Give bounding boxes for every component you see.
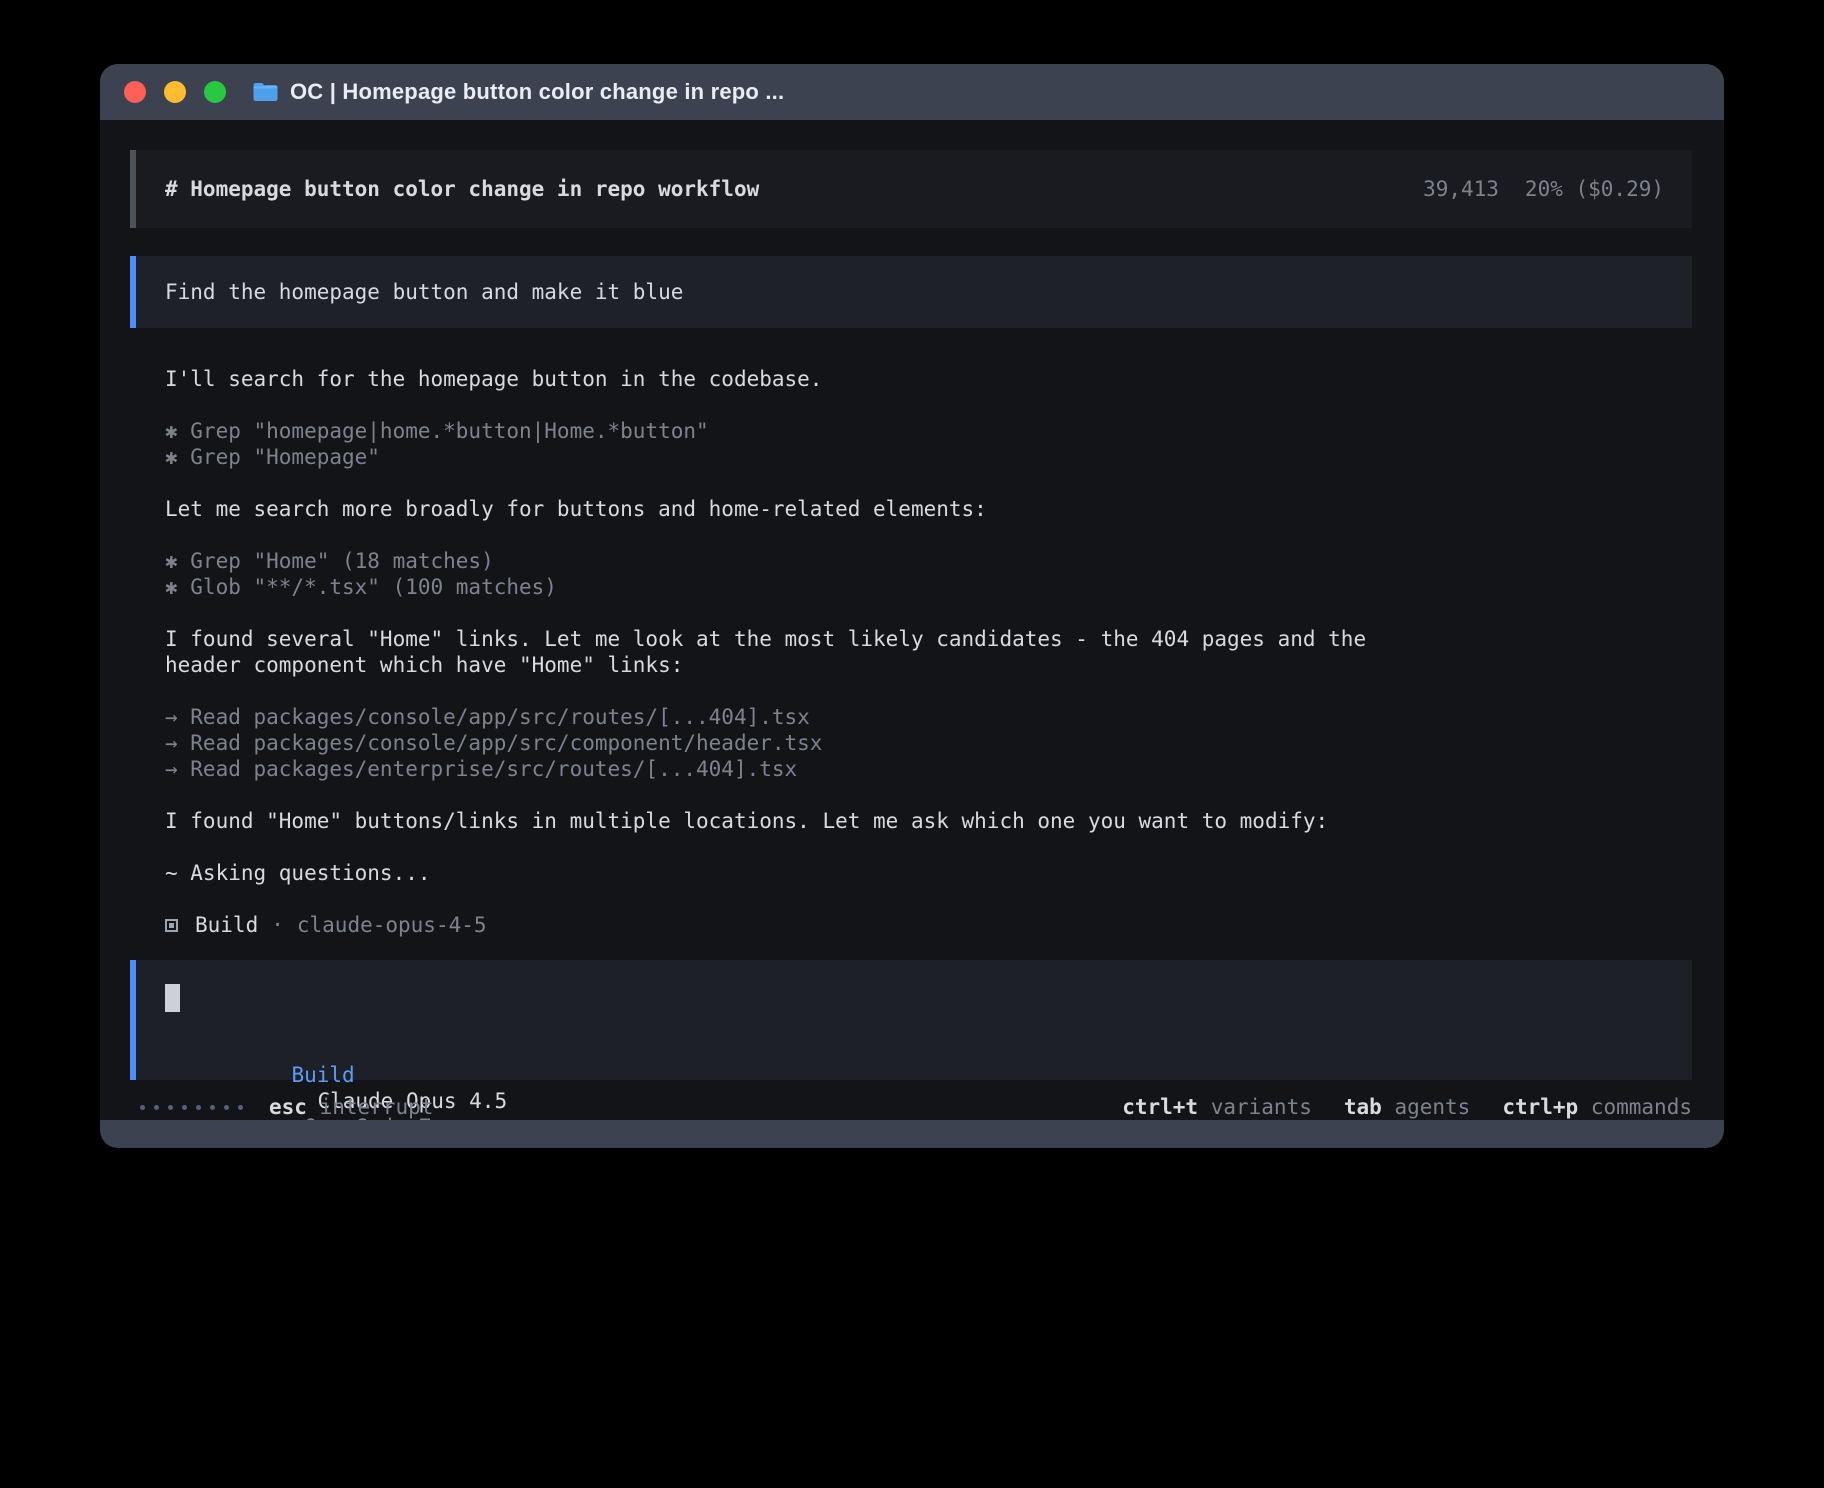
shortcut-label: agents	[1394, 1095, 1470, 1119]
desktop-background: OC | Homepage button color change in rep…	[0, 0, 1824, 1488]
input-status-line: Build Claude Opus 4.5 OpenCode Zen	[165, 1036, 1664, 1062]
shortcut-agents: tab agents	[1344, 1094, 1470, 1120]
shortcut-variants: ctrl+t variants	[1122, 1094, 1312, 1120]
build-agent-icon	[165, 919, 178, 932]
shortcut-label: commands	[1591, 1095, 1692, 1119]
text-cursor-icon	[165, 984, 180, 1012]
esc-hint: esc interrupt	[269, 1094, 433, 1120]
zoom-button[interactable]	[204, 81, 226, 103]
context-usage: 20% ($0.29)	[1525, 176, 1664, 202]
user-message: Find the homepage button and make it blu…	[130, 256, 1692, 328]
dot-separator-icon: ·	[271, 912, 284, 938]
status-left: esc interrupt	[140, 1094, 433, 1120]
window-titlebar[interactable]: OC | Homepage button color change in rep…	[100, 64, 1724, 120]
status-right: ctrl+t variants tab agents ctrl+p comman…	[1122, 1094, 1692, 1120]
shortcut-key: tab	[1344, 1095, 1382, 1119]
esc-key: esc	[269, 1095, 307, 1119]
folder-icon	[252, 81, 279, 103]
task-status-text: ~ Asking questions...	[165, 860, 1692, 886]
shortcut-key: ctrl+p	[1502, 1095, 1578, 1119]
minimize-button[interactable]	[164, 81, 186, 103]
tool-call-grep: ✱ Grep "homepage|home.*button|Home.*butt…	[165, 418, 1692, 444]
tool-call-read: → Read packages/enterprise/src/routes/[.…	[165, 756, 1692, 782]
terminal-window: OC | Homepage button color change in rep…	[100, 64, 1724, 1148]
agent-name: Build	[195, 912, 258, 938]
session-header: # Homepage button color change in repo w…	[130, 150, 1692, 228]
user-message-text: Find the homepage button and make it blu…	[165, 279, 683, 305]
agent-status-line: Build · claude-opus-4-5	[165, 912, 1692, 938]
tool-call-glob: ✱ Glob "**/*.tsx" (100 matches)	[165, 574, 1692, 600]
shortcut-commands: ctrl+p commands	[1502, 1094, 1692, 1120]
assistant-text: header component which have "Home" links…	[165, 652, 1692, 678]
shortcut-label: variants	[1211, 1095, 1312, 1119]
title-group: OC | Homepage button color change in rep…	[252, 79, 784, 105]
esc-label: interrupt	[320, 1095, 434, 1119]
tool-call-grep: ✱ Grep "Home" (18 matches)	[165, 548, 1692, 574]
assistant-text: Let me search more broadly for buttons a…	[165, 496, 1692, 522]
token-count: 39,413	[1423, 176, 1499, 202]
shortcut-key: ctrl+t	[1122, 1095, 1198, 1119]
prompt-input[interactable]: Build Claude Opus 4.5 OpenCode Zen	[130, 960, 1692, 1080]
traffic-lights	[124, 81, 226, 103]
terminal-content: # Homepage button color change in repo w…	[100, 120, 1724, 1120]
spinner-dots-icon	[140, 1105, 243, 1110]
tool-call-read: → Read packages/console/app/src/componen…	[165, 730, 1692, 756]
tool-call-grep: ✱ Grep "Homepage"	[165, 444, 1692, 470]
active-agent-label[interactable]: Build	[291, 1063, 354, 1087]
assistant-text: I found "Home" buttons/links in multiple…	[165, 808, 1692, 834]
close-button[interactable]	[124, 81, 146, 103]
agent-model: claude-opus-4-5	[297, 912, 487, 938]
session-stats: 39,413 20% ($0.29)	[1423, 176, 1664, 202]
window-title: OC | Homepage button color change in rep…	[290, 79, 784, 105]
status-bar: esc interrupt ctrl+t variants tab agents…	[130, 1094, 1692, 1120]
session-title: # Homepage button color change in repo w…	[165, 176, 759, 202]
assistant-text: I found several "Home" links. Let me loo…	[165, 626, 1692, 652]
tool-call-read: → Read packages/console/app/src/routes/[…	[165, 704, 1692, 730]
assistant-text: I'll search for the homepage button in t…	[165, 366, 1692, 392]
conversation: I'll search for the homepage button in t…	[130, 366, 1692, 938]
